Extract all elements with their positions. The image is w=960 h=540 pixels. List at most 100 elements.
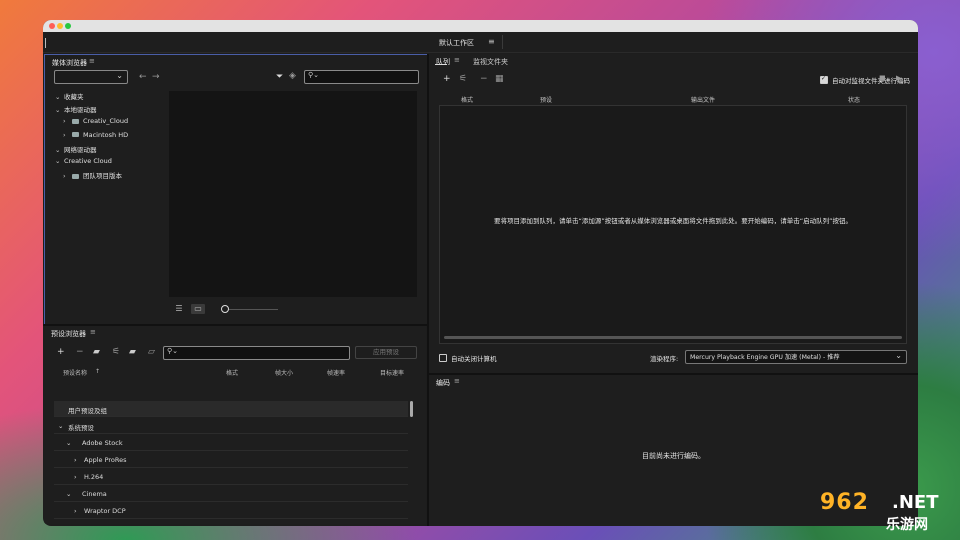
new-group-icon[interactable]: ▰	[93, 347, 100, 357]
preset-row-label: 系统预设	[68, 424, 94, 432]
chevron-down-icon[interactable]: ⌄	[58, 422, 63, 430]
queue-menu-icon[interactable]: ≡	[454, 56, 460, 64]
preset-vertical-scrollbar[interactable]	[410, 401, 413, 417]
list-view-icon[interactable]: ☰	[172, 304, 186, 314]
watermark-number: 962	[820, 490, 869, 515]
preset-row[interactable]: › Wraptor DCP	[54, 503, 408, 519]
thumbnail-view-icon[interactable]: ▭	[191, 304, 205, 314]
column-frame-size[interactable]: 帧大小	[275, 368, 293, 377]
workspace-bar: 默认工作区 ≡	[43, 32, 918, 53]
preset-row[interactable]: ⌄ Cinema	[54, 486, 408, 502]
encoding-status-message: 目前尚未进行编码。	[642, 452, 705, 460]
media-tree-label: 本地驱动器	[64, 106, 97, 115]
add-source-icon[interactable]: +	[443, 74, 451, 84]
column-frame-rate[interactable]: 帧速率	[327, 368, 345, 377]
auto-encode-checkbox[interactable]	[820, 75, 828, 84]
preset-row[interactable]: › H.264	[54, 469, 408, 485]
chevron-down-icon[interactable]: ⌄	[66, 490, 71, 498]
tab-queue[interactable]: 队列	[436, 57, 450, 67]
preset-browser-title: 预设浏览器	[51, 330, 86, 338]
media-browser-menu-icon[interactable]: ≡	[89, 57, 95, 65]
minimize-window-button[interactable]	[57, 23, 63, 29]
preset-row[interactable]: 用户预设及组	[54, 401, 408, 417]
watermark-name: 乐游网	[886, 517, 928, 533]
preset-row[interactable]: ⌄ Adobe Stock	[54, 435, 408, 451]
preset-row[interactable]: ⌄ 系统预设	[54, 418, 408, 434]
preset-row-label: Apple ProRes	[84, 456, 127, 464]
filter-icon[interactable]: ⏷	[276, 72, 283, 82]
renderer-dropdown[interactable]: Mercury Playback Engine GPU 加速 (Metal) -…	[685, 350, 907, 364]
drive-icon	[72, 118, 79, 124]
remove-preset-icon[interactable]: −	[76, 347, 84, 357]
apply-preset-button[interactable]: 应用预设	[355, 346, 417, 359]
chevron-down-icon[interactable]: ⌄	[55, 157, 64, 165]
chevron-down-icon[interactable]: ⌄	[55, 146, 64, 154]
location-dropdown[interactable]: ⌄	[54, 70, 128, 84]
workspace-menu-icon[interactable]: ≡	[488, 37, 495, 46]
media-tree-item[interactable]: › Macintosh HD	[63, 131, 128, 142]
shutdown-checkbox[interactable]	[439, 354, 447, 362]
close-window-button[interactable]	[49, 23, 55, 29]
chevron-right-icon[interactable]: ›	[74, 507, 77, 515]
media-tree-item[interactable]: › 团队项目版本	[63, 170, 122, 181]
add-preset-icon[interactable]: +	[57, 347, 65, 357]
queue-drop-area[interactable]: 要将项目添加到队列，请单击“添加源”按钮或者从媒体浏览器或桌面将文件拖到此处。要…	[439, 105, 907, 344]
active-tab-underline	[435, 64, 447, 65]
media-tree-item[interactable]: ⌄ 本地驱动器	[55, 104, 97, 115]
media-tree-item[interactable]: ⌄ 网络驱动器	[55, 144, 97, 155]
export-preset-icon[interactable]: ▱	[148, 347, 155, 357]
duplicate-item-icon[interactable]: ▦	[495, 74, 504, 84]
start-queue-icon[interactable]: ▶	[896, 74, 901, 82]
title-bar	[43, 20, 918, 32]
chevron-right-icon[interactable]: ›	[63, 117, 72, 125]
chevron-right-icon[interactable]: ›	[63, 172, 72, 180]
chevron-right-icon[interactable]: ›	[63, 131, 72, 139]
queue-horizontal-scrollbar[interactable]	[444, 336, 902, 339]
media-tree-item[interactable]: ⌄ Creative Cloud	[55, 157, 112, 168]
preset-row[interactable]: › Apple ProRes	[54, 452, 408, 468]
chevron-down-icon[interactable]: ⌄	[66, 524, 71, 526]
stop-queue-icon[interactable]: ■	[879, 74, 886, 82]
chevron-down-icon[interactable]: ⌄	[55, 93, 64, 101]
preset-row[interactable]: ⌄ DVD 和蓝光	[54, 520, 408, 526]
import-preset-icon[interactable]: ▰	[129, 347, 136, 357]
encoding-menu-icon[interactable]: ≡	[454, 377, 460, 385]
back-arrow-icon[interactable]: ←	[139, 72, 147, 82]
preset-settings-icon[interactable]: ⚟	[112, 347, 120, 357]
preset-search-input[interactable]: ⚲⌄	[163, 346, 350, 360]
remove-item-icon[interactable]: −	[480, 74, 488, 84]
sort-arrow-icon[interactable]: ↑	[95, 368, 100, 375]
view-toggle-icon[interactable]: ◈	[289, 71, 296, 81]
column-format[interactable]: 格式	[226, 368, 238, 377]
workspace-tab-default[interactable]: 默认工作区	[439, 38, 474, 48]
preset-column-headers: 预设名称 ↑ 格式 帧大小 帧速率 目标速率	[44, 366, 414, 378]
zoom-slider-knob[interactable]	[221, 305, 229, 313]
media-tree-item[interactable]: › Creativ_Cloud	[63, 117, 128, 128]
forward-arrow-icon[interactable]: →	[152, 72, 160, 82]
queue-settings-icon[interactable]: ⚟	[459, 74, 467, 84]
zoom-window-button[interactable]	[65, 23, 71, 29]
chevron-down-icon[interactable]: ⌄	[66, 439, 71, 447]
preset-row-label: DVD 和蓝光	[82, 524, 118, 526]
preset-row-label: 用户预设及组	[68, 407, 107, 415]
tab-watch-folders[interactable]: 监视文件夹	[473, 57, 508, 67]
media-tree-label: 网络驱动器	[64, 145, 97, 154]
media-tree-label: 收藏夹	[64, 93, 84, 101]
column-target-rate[interactable]: 目标速率	[380, 368, 404, 377]
chevron-down-icon[interactable]: ⌄	[55, 106, 64, 114]
workspace-bar-marker	[45, 38, 46, 48]
preset-row-label: Cinema	[82, 490, 107, 498]
media-search-input[interactable]: ⚲⌄	[304, 70, 419, 84]
media-browser-footer: ☰ ▭	[45, 300, 427, 322]
preset-browser-panel: 预设浏览器 ≡ + − ▰ ⚟ ▰ ▱ ⚲⌄ 应用预设 预设名称 ↑ 格式 帧大…	[44, 326, 426, 526]
column-format: 格式	[461, 97, 474, 104]
media-preview-area[interactable]	[169, 91, 417, 297]
zoom-slider-track[interactable]	[228, 309, 278, 310]
chevron-right-icon[interactable]: ›	[74, 456, 77, 464]
workspace-divider	[502, 35, 503, 49]
media-tree-item[interactable]: ⌄ 收藏夹	[55, 91, 84, 102]
column-preset-name[interactable]: 预设名称	[63, 368, 87, 377]
chevron-right-icon[interactable]: ›	[74, 473, 77, 481]
preset-browser-menu-icon[interactable]: ≡	[90, 328, 96, 336]
drive-icon	[72, 173, 79, 179]
